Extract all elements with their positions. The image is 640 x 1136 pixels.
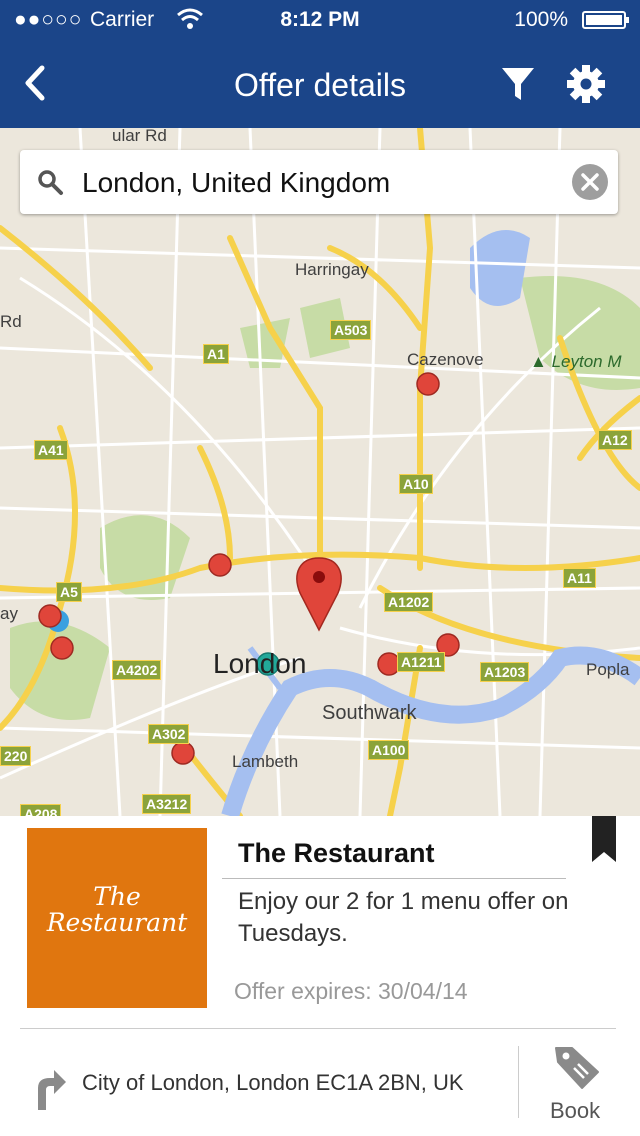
map-label: Lambeth (232, 752, 299, 771)
offer-thumbnail[interactable]: The Restaurant (27, 828, 207, 1008)
road-label: A503 (330, 320, 372, 340)
search-icon (36, 168, 64, 196)
map-label: ay (0, 604, 18, 623)
directions-icon[interactable] (28, 1060, 68, 1110)
status-bar: ●●○○○ Carrier 8:12 PM 100% (0, 0, 640, 40)
page-title: Offer details (234, 67, 406, 103)
road-label: A3212 (142, 794, 192, 814)
bookmark-icon[interactable] (592, 816, 616, 862)
map-view[interactable]: Harringay Cazenove ▲ Leyton M London Sou… (0, 128, 640, 816)
map-label: Popla (586, 660, 630, 679)
map-label: London (213, 648, 307, 679)
road-label: A100 (368, 740, 410, 760)
search-input[interactable]: London, United Kingdom (82, 167, 390, 199)
road-label: A1 (203, 344, 229, 364)
map-label: Rd (0, 312, 22, 331)
map-label: Harringay (295, 260, 369, 279)
offer-address[interactable]: City of London, London EC1A 2BN, UK (82, 1070, 464, 1096)
road-label: A5 (56, 582, 82, 602)
map-label: ▲ Leyton M (530, 352, 622, 371)
gear-icon[interactable] (564, 62, 608, 106)
divider (518, 1046, 519, 1118)
road-label: A1202 (384, 592, 434, 612)
offer-description: Enjoy our 2 for 1 menu offer on Tuesdays… (238, 888, 569, 947)
divider (222, 878, 566, 879)
map-label: ular Rd (112, 128, 167, 145)
battery-icon (582, 11, 629, 29)
search-bar[interactable]: London, United Kingdom (20, 150, 618, 214)
book-button[interactable]: Book (550, 1098, 600, 1124)
map-label: Southwark (322, 702, 417, 724)
filter-icon[interactable] (498, 64, 538, 104)
road-label: A10 (399, 474, 433, 494)
road-label: A1203 (480, 662, 530, 682)
divider (20, 1028, 616, 1029)
clear-icon[interactable] (572, 164, 608, 200)
road-label: A208 (20, 804, 62, 816)
offer-expiry: Offer expires: 30/04/14 (234, 978, 468, 1004)
tag-icon[interactable] (552, 1042, 604, 1094)
road-label: A4202 (112, 660, 162, 680)
road-label: A41 (34, 440, 68, 460)
road-label: A11 (563, 568, 596, 588)
thumbnail-logo-text: The Restaurant (46, 882, 188, 937)
map-roads (0, 128, 640, 816)
road-label: A12 (598, 430, 632, 450)
road-label: A1211 (397, 652, 446, 672)
map-label: Cazenove (407, 350, 484, 369)
road-label: A302 (148, 724, 190, 744)
offer-name: The Restaurant (238, 838, 435, 868)
road-label: 220 (0, 746, 32, 766)
battery-percent: 100% (514, 8, 568, 31)
nav-bar: Offer details (0, 40, 640, 128)
